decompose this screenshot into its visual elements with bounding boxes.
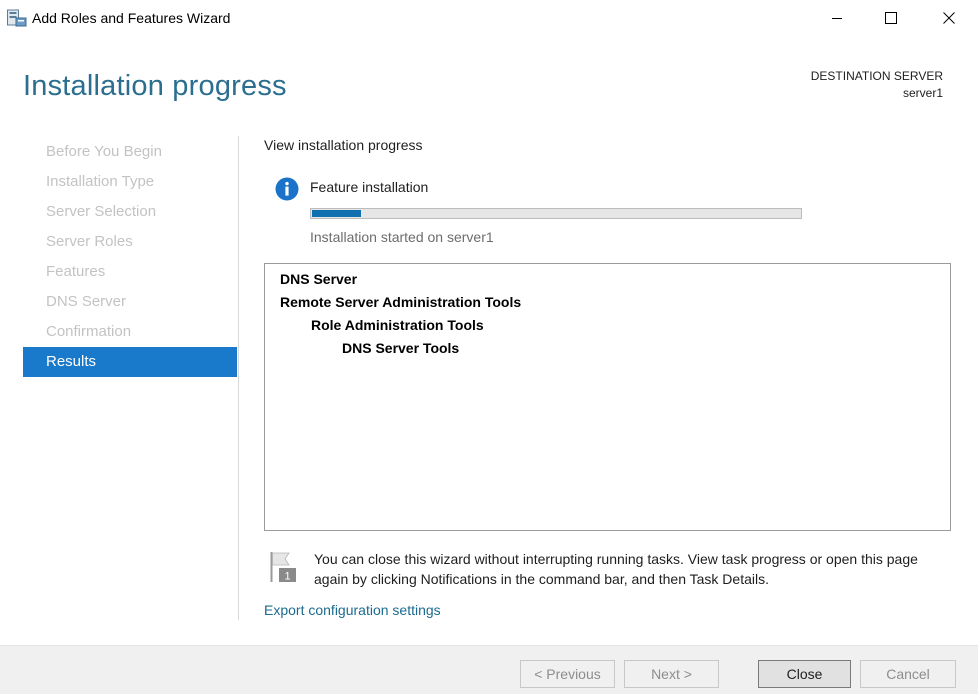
results-list[interactable]: DNS Server Remote Server Administration … <box>264 263 951 531</box>
feature-installation-label: Feature installation <box>310 179 429 195</box>
destination-server-label: DESTINATION SERVER <box>810 69 943 83</box>
title-bar: Add Roles and Features Wizard <box>0 0 978 36</box>
section-heading: View installation progress <box>264 137 423 153</box>
wizard-close-notice: You can close this wizard without interr… <box>314 551 918 587</box>
previous-button[interactable]: < Previous <box>520 660 615 688</box>
result-item-dns-server-tools: DNS Server Tools <box>342 340 460 356</box>
close-button[interactable]: Close <box>758 660 851 688</box>
vertical-divider <box>238 136 239 620</box>
destination-server-value: server1 <box>902 86 943 100</box>
result-item-role-admin-tools: Role Administration Tools <box>311 317 484 333</box>
close-window-button[interactable] <box>926 0 972 36</box>
nav-item-results[interactable]: Results <box>23 347 237 377</box>
nav-item-features: Features <box>46 263 106 280</box>
maximize-icon <box>885 12 897 24</box>
notification-count: 1 <box>284 571 290 583</box>
minimize-button[interactable] <box>814 0 860 36</box>
nav-item-installation-type: Installation Type <box>46 173 155 190</box>
installation-status: Installation started on server1 <box>310 229 494 245</box>
wizard-footer: < Previous Next > Close Cancel <box>0 645 978 694</box>
nav-item-confirmation: Confirmation <box>46 323 132 340</box>
window-title: Add Roles and Features Wizard <box>32 10 231 26</box>
nav-item-server-selection: Server Selection <box>46 203 157 220</box>
export-configuration-link[interactable]: Export configuration settings <box>264 602 441 618</box>
info-icon <box>275 177 299 201</box>
minimize-icon <box>831 12 843 24</box>
result-item-dns-server: DNS Server <box>280 271 358 287</box>
nav-item-before-you-begin: Before You Begin <box>46 143 162 160</box>
flag-icon: 1 <box>269 551 297 583</box>
wizard-steps-nav: Before You Begin Installation Type Serve… <box>23 137 237 377</box>
installation-progress-bar <box>310 208 802 219</box>
nav-item-server-roles: Server Roles <box>46 233 133 250</box>
maximize-button[interactable] <box>868 0 914 36</box>
cancel-button[interactable]: Cancel <box>860 660 956 688</box>
page-title: Installation progress <box>23 70 287 102</box>
nav-item-dns-server: DNS Server <box>46 293 127 310</box>
progress-bar-fill <box>312 210 361 217</box>
close-icon <box>943 12 955 24</box>
next-button[interactable]: Next > <box>624 660 719 688</box>
result-item-rsat: Remote Server Administration Tools <box>280 294 522 310</box>
server-manager-icon <box>7 9 27 27</box>
